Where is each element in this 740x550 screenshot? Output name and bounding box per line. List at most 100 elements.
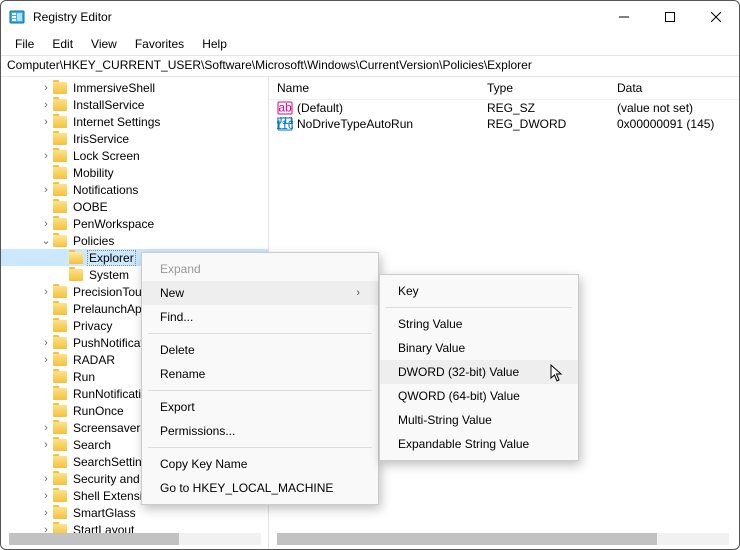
chevron-right-icon[interactable]: ›: [39, 439, 53, 451]
tree-item-label: Search: [71, 438, 113, 452]
chevron-right-icon[interactable]: ›: [39, 116, 53, 128]
chevron-right-icon[interactable]: ›: [39, 99, 53, 111]
folder-icon: [53, 286, 67, 298]
address-bar[interactable]: Computer\HKEY_CURRENT_USER\Software\Micr…: [1, 55, 739, 77]
svg-text:ab: ab: [278, 101, 292, 115]
ctx-item-new[interactable]: New›: [142, 281, 378, 305]
menu-file[interactable]: File: [7, 35, 42, 53]
tree-item[interactable]: › ImmersiveShell: [1, 79, 268, 96]
menu-edit[interactable]: Edit: [44, 35, 81, 53]
ctx-new-item-expandable-string-value[interactable]: Expandable String Value: [380, 432, 578, 456]
scrollbar-thumb[interactable]: [9, 533, 179, 545]
chevron-right-icon[interactable]: ›: [39, 337, 53, 349]
ctx-item-find[interactable]: Find...: [142, 305, 378, 329]
tree-item[interactable]: Mobility: [1, 164, 268, 181]
tree-item-label: Internet Settings: [71, 115, 162, 129]
value-row[interactable]: ab(Default)REG_SZ(value not set): [269, 100, 739, 116]
chevron-down-icon[interactable]: ⌄: [39, 234, 53, 247]
tree-item[interactable]: OOBE: [1, 198, 268, 215]
value-data: (value not set): [617, 101, 731, 115]
chevron-right-icon[interactable]: ›: [39, 150, 53, 162]
menu-view[interactable]: View: [83, 35, 125, 53]
menu-item-label: QWORD (64-bit) Value: [398, 389, 520, 403]
folder-icon: [53, 320, 67, 332]
title-bar: Registry Editor: [1, 1, 739, 33]
menu-item-label: Binary Value: [398, 341, 465, 355]
ctx-item-rename[interactable]: Rename: [142, 362, 378, 386]
menu-favorites[interactable]: Favorites: [127, 35, 192, 53]
menu-help[interactable]: Help: [194, 35, 235, 53]
chevron-right-icon[interactable]: ›: [39, 490, 53, 502]
ctx-item-permissions[interactable]: Permissions...: [142, 419, 378, 443]
tree-item-label: ImmersiveShell: [71, 81, 157, 95]
folder-icon: [53, 201, 67, 213]
menu-item-label: Find...: [160, 310, 193, 324]
content-area: ›ImmersiveShell›InstallService›Internet …: [1, 77, 739, 549]
folder-icon: [53, 167, 67, 179]
ctx-item-copy-key-name[interactable]: Copy Key Name: [142, 452, 378, 476]
reg-string-icon: ab: [277, 101, 293, 115]
tree-item-label: SmartGlass: [71, 506, 138, 520]
chevron-right-icon[interactable]: ›: [39, 473, 53, 485]
app-icon: [9, 9, 25, 25]
ctx-new-item-multi-string-value[interactable]: Multi-String Value: [380, 408, 578, 432]
svg-text:110: 110: [277, 118, 293, 131]
chevron-right-icon[interactable]: ›: [39, 218, 53, 230]
folder-icon: [69, 252, 83, 264]
ctx-new-item-key[interactable]: Key: [380, 279, 578, 303]
scrollbar-thumb[interactable]: [277, 533, 657, 545]
maximize-button[interactable]: [647, 1, 693, 33]
values-scrollbar[interactable]: [277, 533, 729, 545]
tree-item[interactable]: › Internet Settings: [1, 113, 268, 130]
tree-item-label: Run: [71, 370, 97, 384]
tree-item[interactable]: IrisService: [1, 130, 268, 147]
tree-item[interactable]: ⌄Policies: [1, 232, 268, 249]
ctx-new-item-qword-64-bit-value[interactable]: QWORD (64-bit) Value: [380, 384, 578, 408]
tree-item[interactable]: › Notifications: [1, 181, 268, 198]
ctx-item-delete[interactable]: Delete: [142, 338, 378, 362]
tree-item-label: Notifications: [71, 183, 140, 197]
folder-icon: [53, 507, 67, 519]
ctx-new-item-string-value[interactable]: String Value: [380, 312, 578, 336]
tree-item-label: Mobility: [71, 166, 116, 180]
col-data[interactable]: Data: [617, 81, 731, 95]
folder-icon: [53, 150, 67, 162]
chevron-right-icon[interactable]: ›: [39, 82, 53, 94]
tree-scrollbar[interactable]: [9, 533, 261, 545]
ctx-new-item-binary-value[interactable]: Binary Value: [380, 336, 578, 360]
values-list: ab(Default)REG_SZ(value not set)011110No…: [269, 100, 739, 132]
tree-item[interactable]: ›PenWorkspace: [1, 215, 268, 232]
tree-item[interactable]: ›InstallService: [1, 96, 268, 113]
tree-item-label: Lock Screen: [71, 149, 142, 163]
ctx-item-go-to-hkey-local-machine[interactable]: Go to HKEY_LOCAL_MACHINE: [142, 476, 378, 500]
col-type[interactable]: Type: [487, 81, 617, 95]
minimize-button[interactable]: [601, 1, 647, 33]
folder-icon: [53, 99, 67, 111]
cursor-icon: [550, 364, 564, 382]
chevron-right-icon: ›: [356, 287, 360, 299]
menu-item-label: Go to HKEY_LOCAL_MACHINE: [160, 481, 333, 495]
chevron-right-icon[interactable]: ›: [39, 184, 53, 196]
chevron-right-icon[interactable]: ›: [39, 354, 53, 366]
menu-item-label: DWORD (32-bit) Value: [398, 365, 519, 379]
menu-item-label: Rename: [160, 367, 205, 381]
value-row[interactable]: 011110NoDriveTypeAutoRunREG_DWORD0x00000…: [269, 116, 739, 132]
tree-item[interactable]: › Lock Screen: [1, 147, 268, 164]
folder-icon: [53, 388, 67, 400]
menu-separator: [148, 333, 372, 334]
menu-separator: [148, 447, 372, 448]
chevron-right-icon[interactable]: ›: [39, 422, 53, 434]
ctx-new-item-dword-32-bit-value[interactable]: DWORD (32-bit) Value: [380, 360, 578, 384]
folder-icon: [53, 303, 67, 315]
close-button[interactable]: [693, 1, 739, 33]
tree-item-label: Privacy: [71, 319, 114, 333]
menu-separator: [148, 390, 372, 391]
chevron-right-icon[interactable]: ›: [39, 507, 53, 519]
chevron-right-icon[interactable]: ›: [39, 286, 53, 298]
folder-icon: [53, 439, 67, 451]
ctx-item-export[interactable]: Export: [142, 395, 378, 419]
menu-item-label: Permissions...: [160, 424, 235, 438]
tree-item[interactable]: › SmartGlass: [1, 504, 268, 521]
folder-icon: [53, 218, 67, 230]
col-name[interactable]: Name: [277, 81, 487, 95]
